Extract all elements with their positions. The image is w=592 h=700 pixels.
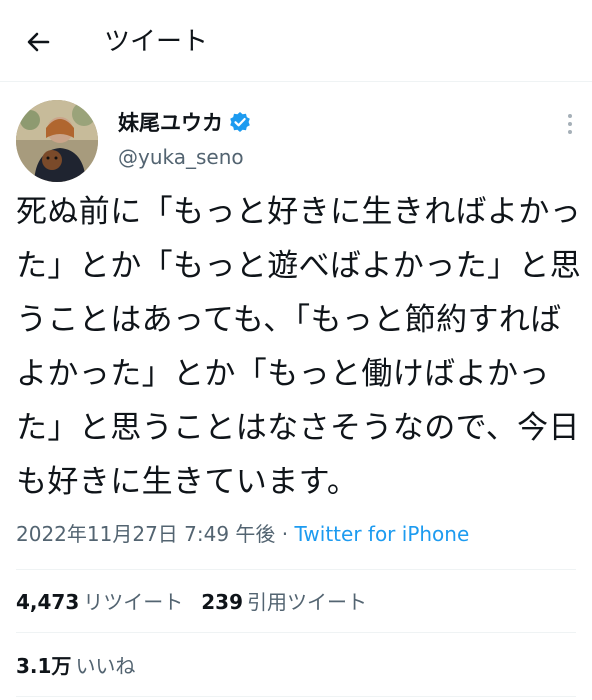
tweet-text: 死ぬ前に「もっと好きに生きればよかった」とか「もっと遊べばよかった」と思うことは… — [16, 194, 582, 500]
likes-label: いいね — [75, 654, 136, 678]
author-name-row: 妹尾ユウカ — [118, 106, 251, 138]
divider — [16, 632, 576, 633]
arrow-left-icon — [27, 32, 50, 52]
retweets-label: リツイート — [83, 590, 184, 614]
retweets-link[interactable]: 4,473 リツイート — [16, 590, 201, 614]
likes-count: 3.1万 — [16, 654, 72, 678]
top-app-bar: ツイート — [0, 0, 592, 82]
back-button[interactable] — [22, 26, 54, 58]
meta-separator: · — [275, 522, 295, 546]
avatar[interactable] — [16, 100, 98, 182]
quotes-count: 239 — [201, 590, 244, 614]
tweet-timestamp[interactable]: 2022年11月27日 7:49 午後 — [16, 522, 275, 546]
divider — [16, 569, 576, 570]
tweet-meta: 2022年11月27日 7:49 午後 · Twitter for iPhone — [16, 518, 469, 547]
retweets-count: 4,473 — [16, 590, 80, 614]
page-title: ツイート — [104, 27, 209, 57]
more-options-button[interactable] — [560, 110, 580, 138]
divider — [16, 696, 576, 697]
retweet-stats-row: 4,473 リツイート 239 引用ツイート — [16, 586, 385, 615]
more-vertical-icon — [568, 114, 572, 134]
verified-badge-icon — [230, 112, 250, 132]
likes-stats-row[interactable]: 3.1万 いいね — [16, 650, 153, 679]
quotes-label: 引用ツイート — [247, 590, 368, 614]
quotes-link[interactable]: 239 引用ツイート — [201, 590, 385, 614]
author-display-name[interactable]: 妹尾ユウカ — [118, 107, 223, 137]
tweet-source-link[interactable]: Twitter for iPhone — [295, 522, 470, 546]
author-handle[interactable]: @yuka_seno — [118, 145, 244, 169]
